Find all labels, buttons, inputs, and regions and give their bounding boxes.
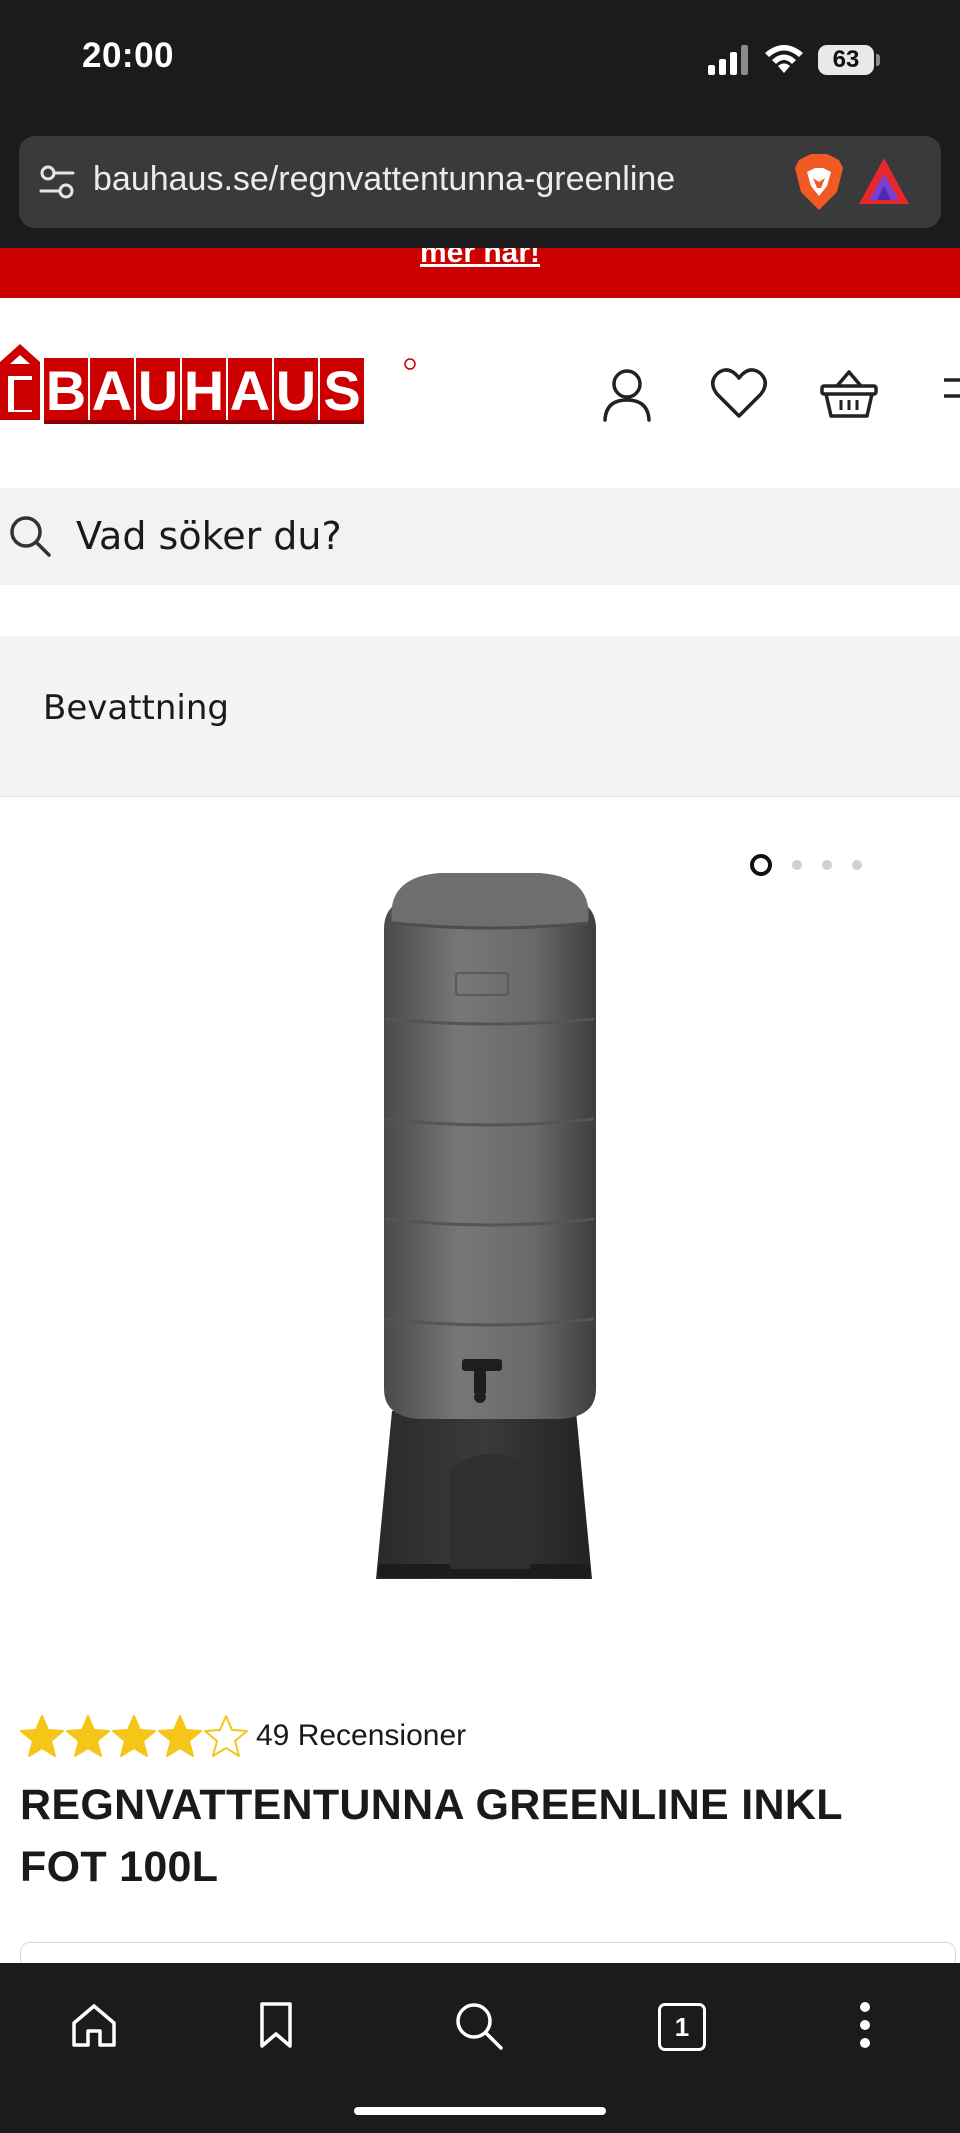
- url-text[interactable]: bauhaus.se/regnvattentunna-greenline: [93, 160, 675, 199]
- wifi-icon: [765, 45, 803, 73]
- wishlist-heart-icon[interactable]: [710, 368, 768, 420]
- search-icon[interactable]: [8, 514, 52, 558]
- product-image[interactable]: [370, 869, 610, 1589]
- review-count[interactable]: 49 Recensioner: [256, 1719, 466, 1753]
- brave-rewards-icon[interactable]: [857, 156, 911, 206]
- menu-icon[interactable]: [944, 368, 960, 408]
- home-icon[interactable]: [70, 2001, 118, 2049]
- brave-shields-icon[interactable]: [791, 152, 847, 212]
- search-input[interactable]: [76, 508, 936, 564]
- address-bar[interactable]: bauhaus.se/regnvattentunna-greenline: [19, 136, 941, 228]
- product-rating[interactable]: 49 Recensioner: [20, 1712, 466, 1760]
- search-icon[interactable]: [454, 2001, 504, 2051]
- logo-letters: B A U H A U S: [44, 358, 364, 422]
- status-time: 20:00: [82, 36, 175, 75]
- rating-stars: [20, 1714, 248, 1758]
- tabs-icon[interactable]: 1: [658, 2003, 706, 2051]
- gallery-dot[interactable]: [792, 860, 802, 870]
- browser-toolbar: 1: [0, 1963, 960, 2133]
- star-filled-icon: [158, 1715, 202, 1757]
- svg-text:S: S: [323, 359, 360, 422]
- star-filled-icon: [66, 1715, 110, 1757]
- star-filled-icon: [20, 1715, 64, 1757]
- gallery-dot[interactable]: [822, 860, 832, 870]
- status-bar: 20:00 63: [0, 0, 960, 122]
- svg-text:A: A: [230, 359, 270, 422]
- star-empty-icon: [204, 1715, 248, 1757]
- gallery-dot[interactable]: [750, 854, 772, 876]
- battery-icon: 63: [818, 45, 874, 75]
- product-title: REGNVATTENTUNNA GREENLINE INKL FOT 100L: [20, 1781, 843, 1891]
- breadcrumb-link[interactable]: Bevattning: [43, 688, 229, 728]
- site-header: B A U H A U S: [0, 298, 960, 488]
- status-icons: 63: [708, 40, 880, 80]
- home-indicator[interactable]: [354, 2107, 606, 2115]
- svg-text:U: U: [138, 359, 178, 422]
- search-bar[interactable]: [0, 488, 960, 585]
- bauhaus-logo[interactable]: B A U H A U S: [0, 336, 420, 426]
- cellular-signal-icon: [708, 45, 748, 75]
- svg-text:H: H: [184, 359, 224, 422]
- gallery-dot[interactable]: [852, 860, 862, 870]
- svg-text:A: A: [92, 359, 132, 422]
- product-gallery[interactable]: [0, 797, 960, 1677]
- more-icon[interactable]: [858, 2001, 872, 2049]
- site-settings-icon[interactable]: [37, 162, 77, 202]
- battery-tip: [876, 54, 880, 66]
- account-icon[interactable]: [602, 368, 652, 422]
- svg-text:U: U: [276, 359, 316, 422]
- promo-link[interactable]: mer här!: [0, 248, 960, 270]
- breadcrumb: Bevattning: [0, 636, 960, 797]
- bookmark-icon[interactable]: [258, 2001, 294, 2049]
- star-filled-icon: [112, 1715, 156, 1757]
- gallery-pagination: [750, 854, 862, 876]
- promo-banner[interactable]: mer här!: [0, 248, 960, 298]
- svg-text:B: B: [46, 359, 86, 422]
- browser-url-area: bauhaus.se/regnvattentunna-greenline: [0, 122, 960, 248]
- cart-basket-icon[interactable]: [819, 368, 879, 420]
